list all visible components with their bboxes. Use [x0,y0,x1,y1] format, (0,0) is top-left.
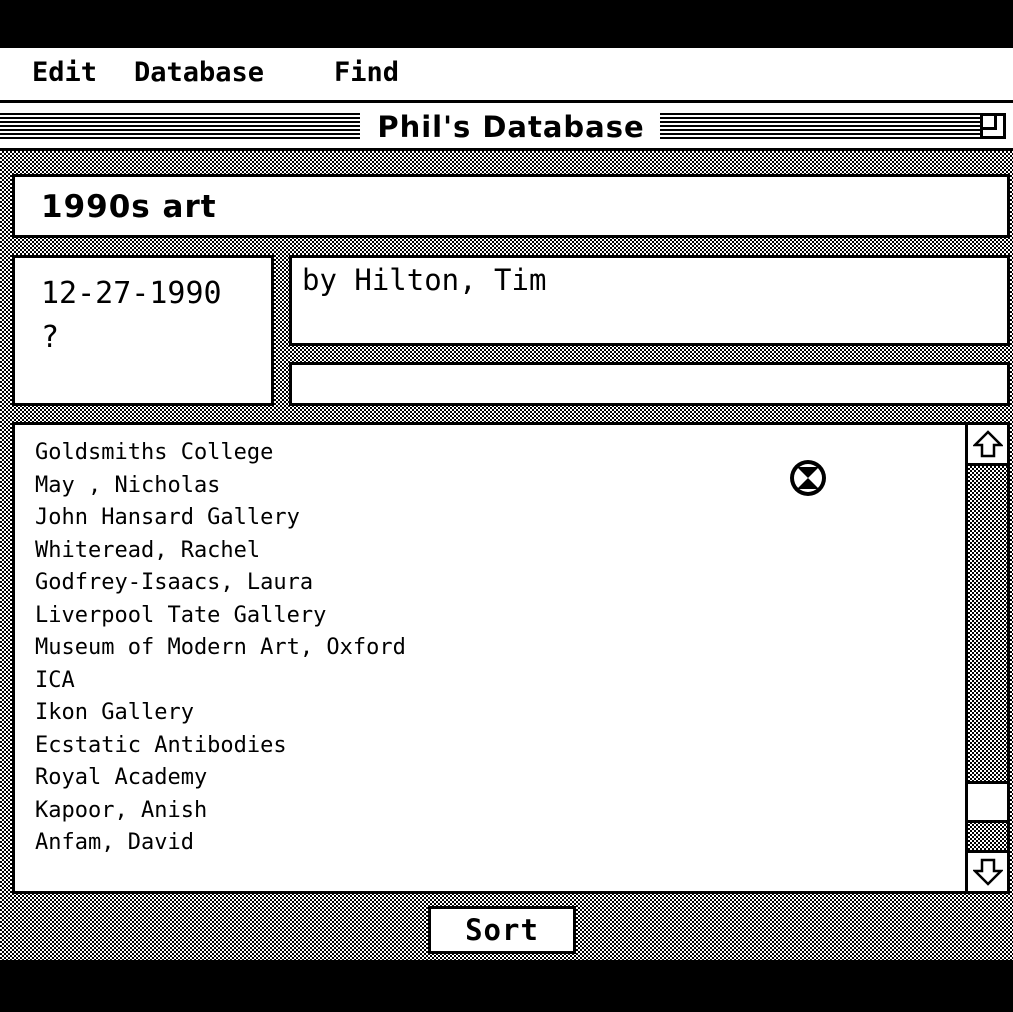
window-title-bar[interactable]: Phil's Database [0,103,1013,151]
scroll-thumb[interactable] [968,781,1007,823]
list-item[interactable]: John Hansard Gallery [35,502,406,535]
scroll-down-button[interactable] [968,850,1007,891]
list-item[interactable]: Ikon Gallery [35,697,406,730]
record-date: 12-27-1990 [41,276,222,311]
title-bar-stripes-right [660,113,980,139]
record-title-field[interactable]: 1990s art [12,174,1010,238]
record-title: 1990s art [41,189,217,225]
window-content: 1990s art 12-27-1990 ? by Hilton, Tim Go… [0,151,1013,960]
scroll-track[interactable] [968,466,1007,850]
menu-edit[interactable]: Edit [32,56,97,90]
list-item[interactable]: ICA [35,665,406,698]
list-item[interactable]: Liverpool Tate Gallery [35,600,406,633]
menu-database[interactable]: Database [134,56,264,90]
list-item[interactable]: Kapoor, Anish [35,795,406,828]
zoom-box-icon[interactable] [980,113,1006,139]
list-item[interactable]: Whiteread, Rachel [35,535,406,568]
menu-find[interactable]: Find [334,56,399,90]
keyword-list[interactable]: Goldsmiths College May , Nicholas John H… [12,422,1010,894]
list-item[interactable]: Goldsmiths College [35,437,406,470]
arrow-up-icon [972,430,1003,458]
list-item[interactable]: May , Nicholas [35,470,406,503]
arrow-down-icon [972,858,1003,886]
scroll-up-button[interactable] [968,425,1007,466]
extra-field[interactable] [289,362,1010,406]
window-title: Phil's Database [370,107,652,147]
list-item[interactable]: Ecstatic Antibodies [35,730,406,763]
list-item[interactable]: Anfam, David [35,827,406,860]
hourglass-icon [790,460,826,496]
record-author: by Hilton, Tim [302,263,547,297]
sort-button[interactable]: Sort [428,906,576,954]
date-field[interactable]: 12-27-1990 ? [12,255,274,406]
database-window: Phil's Database 1990s art 12-27-1990 ? b… [0,103,1013,960]
list-item[interactable]: Royal Academy [35,762,406,795]
record-date-note: ? [41,320,60,355]
date-text: 12-27-1990 ? [41,272,222,360]
list-item[interactable]: Museum of Modern Art, Oxford [35,632,406,665]
menu-bar: Edit Database Find [0,48,1013,103]
author-field[interactable]: by Hilton, Tim [289,255,1010,346]
keyword-list-items: Goldsmiths College May , Nicholas John H… [35,437,406,860]
vertical-scrollbar[interactable] [965,425,1007,891]
title-bar-stripes-left [0,113,360,139]
list-item[interactable]: Godfrey-Isaacs, Laura [35,567,406,600]
